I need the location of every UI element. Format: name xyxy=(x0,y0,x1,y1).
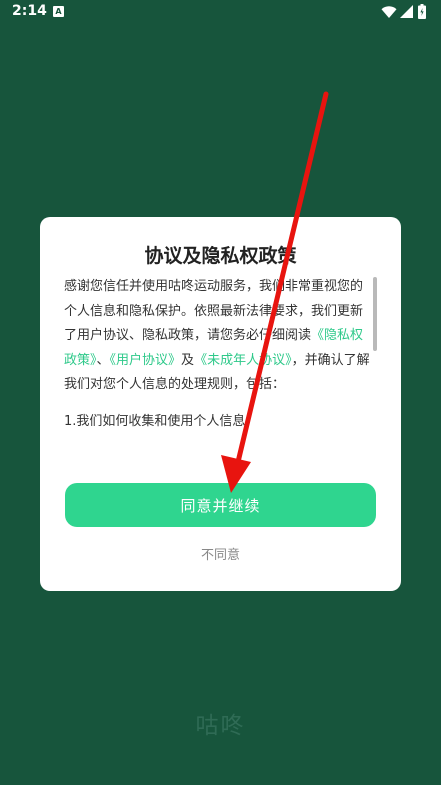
body-fade xyxy=(64,429,374,457)
status-bar: 2:14 A xyxy=(0,0,441,24)
battery-icon xyxy=(418,4,426,19)
body-separator: 及 xyxy=(181,352,195,368)
dialog-body: 感谢您信任并使用咕咚运动服务，我们非常重视您的个人信息和隐私保护。依照最新法律要… xyxy=(64,275,370,455)
agree-continue-button[interactable]: 同意并继续 xyxy=(65,483,376,527)
body-separator: 、 xyxy=(96,352,110,368)
body-scrollbar[interactable] xyxy=(373,277,377,351)
status-time: 2:14 xyxy=(12,3,47,19)
dialog-title: 协议及隐私权政策 xyxy=(144,245,297,267)
minor-agreement-link[interactable]: 《未成年人协议》 xyxy=(194,353,292,368)
signal-icon xyxy=(400,5,413,18)
notification-icon: A xyxy=(53,6,64,17)
wifi-icon xyxy=(381,6,397,18)
privacy-dialog: 协议及隐私权政策 感谢您信任并使用咕咚运动服务，我们非常重视您的个人信息和隐私保… xyxy=(40,217,401,591)
app-name: 咕咚 xyxy=(195,713,246,739)
status-icons xyxy=(381,4,431,20)
disagree-button[interactable]: 不同意 xyxy=(170,544,271,568)
user-agreement-link[interactable]: 《用户协议》 xyxy=(110,353,182,368)
